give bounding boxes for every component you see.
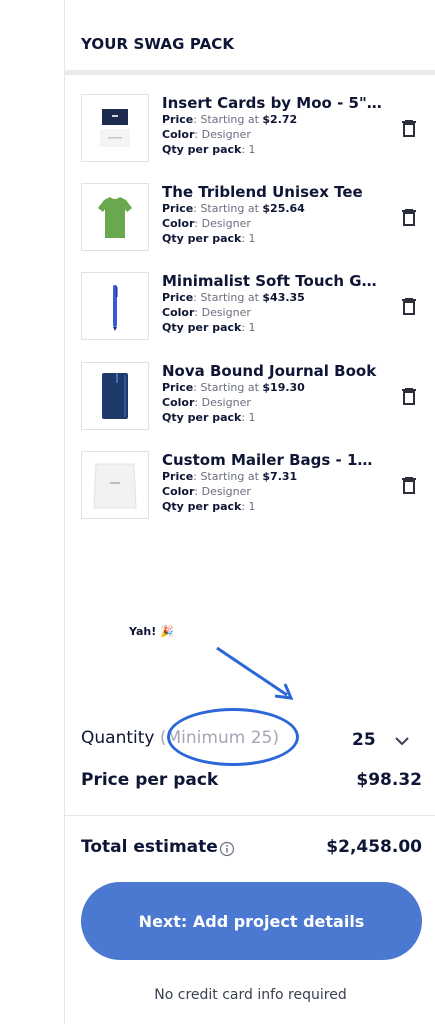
annotation-arrow-icon [216,646,294,700]
item-qty: Qty per pack: 1 [162,500,256,513]
item-color: Color: Designer [162,396,251,409]
item-price: Price: Starting at $19.30 [162,381,305,394]
item-price: Price: Starting at $25.64 [162,202,305,215]
item-title[interactable]: Nova Bound Journal Book [162,362,382,380]
pack-item: The Triblend Unisex Tee Price: Starting … [81,183,421,253]
total-estimate-label: Total estimate [81,837,218,857]
item-title[interactable]: Minimalist Soft Touch Ge... [162,272,382,290]
pack-item: Custom Mailer Bags - 10... Price: Starti… [81,451,421,521]
item-qty: Qty per pack: 1 [162,143,256,156]
pack-item: Minimalist Soft Touch Ge... Price: Start… [81,272,421,342]
item-color: Color: Designer [162,217,251,230]
pack-item: Nova Bound Journal Book Price: Starting … [81,362,421,432]
item-color: Color: Designer [162,306,251,319]
quantity-select[interactable]: 25 [352,730,376,750]
left-gutter [0,0,64,1024]
trash-icon[interactable] [397,116,421,140]
header-divider [65,70,435,75]
annotation-text: Yah! 🎉 [129,625,174,638]
item-price: Price: Starting at $43.35 [162,291,305,304]
item-info: Nova Bound Journal Book Price: Starting … [162,362,382,425]
price-per-pack-label: Price per pack [81,770,219,790]
trash-icon[interactable] [397,294,421,318]
item-price: Price: Starting at $2.72 [162,113,298,126]
no-credit-card-note: No credit card info required [154,987,347,1003]
journal-thumbnail [81,362,149,430]
price-per-pack-value: $98.32 [356,770,422,790]
item-qty: Qty per pack: 1 [162,321,256,334]
item-price: Price: Starting at $7.31 [162,470,298,483]
tshirt-thumbnail [81,183,149,251]
item-info: The Triblend Unisex Tee Price: Starting … [162,183,382,246]
item-color: Color: Designer [162,485,251,498]
chevron-down-icon[interactable] [393,732,411,750]
item-title[interactable]: The Triblend Unisex Tee [162,183,382,201]
item-info: Custom Mailer Bags - 10... Price: Starti… [162,451,382,514]
total-estimate-value: $2,458.00 [326,837,422,857]
item-info: Minimalist Soft Touch Ge... Price: Start… [162,272,382,335]
insert-card-thumbnail [81,94,149,162]
item-qty: Qty per pack: 1 [162,411,256,424]
trash-icon[interactable] [397,473,421,497]
swag-pack-panel: YOUR SWAG PACK Insert Cards by Moo - 5" … [64,0,435,1024]
item-info: Insert Cards by Moo - 5" ... Price: Star… [162,94,382,157]
info-icon[interactable] [219,841,235,857]
item-title[interactable]: Custom Mailer Bags - 10... [162,451,382,469]
pack-item: Insert Cards by Moo - 5" ... Price: Star… [81,94,421,164]
mailer-bag-thumbnail [81,451,149,519]
item-color: Color: Designer [162,128,251,141]
panel-header: YOUR SWAG PACK [81,35,235,53]
next-add-project-details-button[interactable]: Next: Add project details [81,882,422,960]
summary-divider [65,815,435,816]
annotation-circle [167,708,299,766]
trash-icon[interactable] [397,384,421,408]
pen-thumbnail [81,272,149,340]
item-qty: Qty per pack: 1 [162,232,256,245]
item-title[interactable]: Insert Cards by Moo - 5" ... [162,94,382,112]
trash-icon[interactable] [397,205,421,229]
